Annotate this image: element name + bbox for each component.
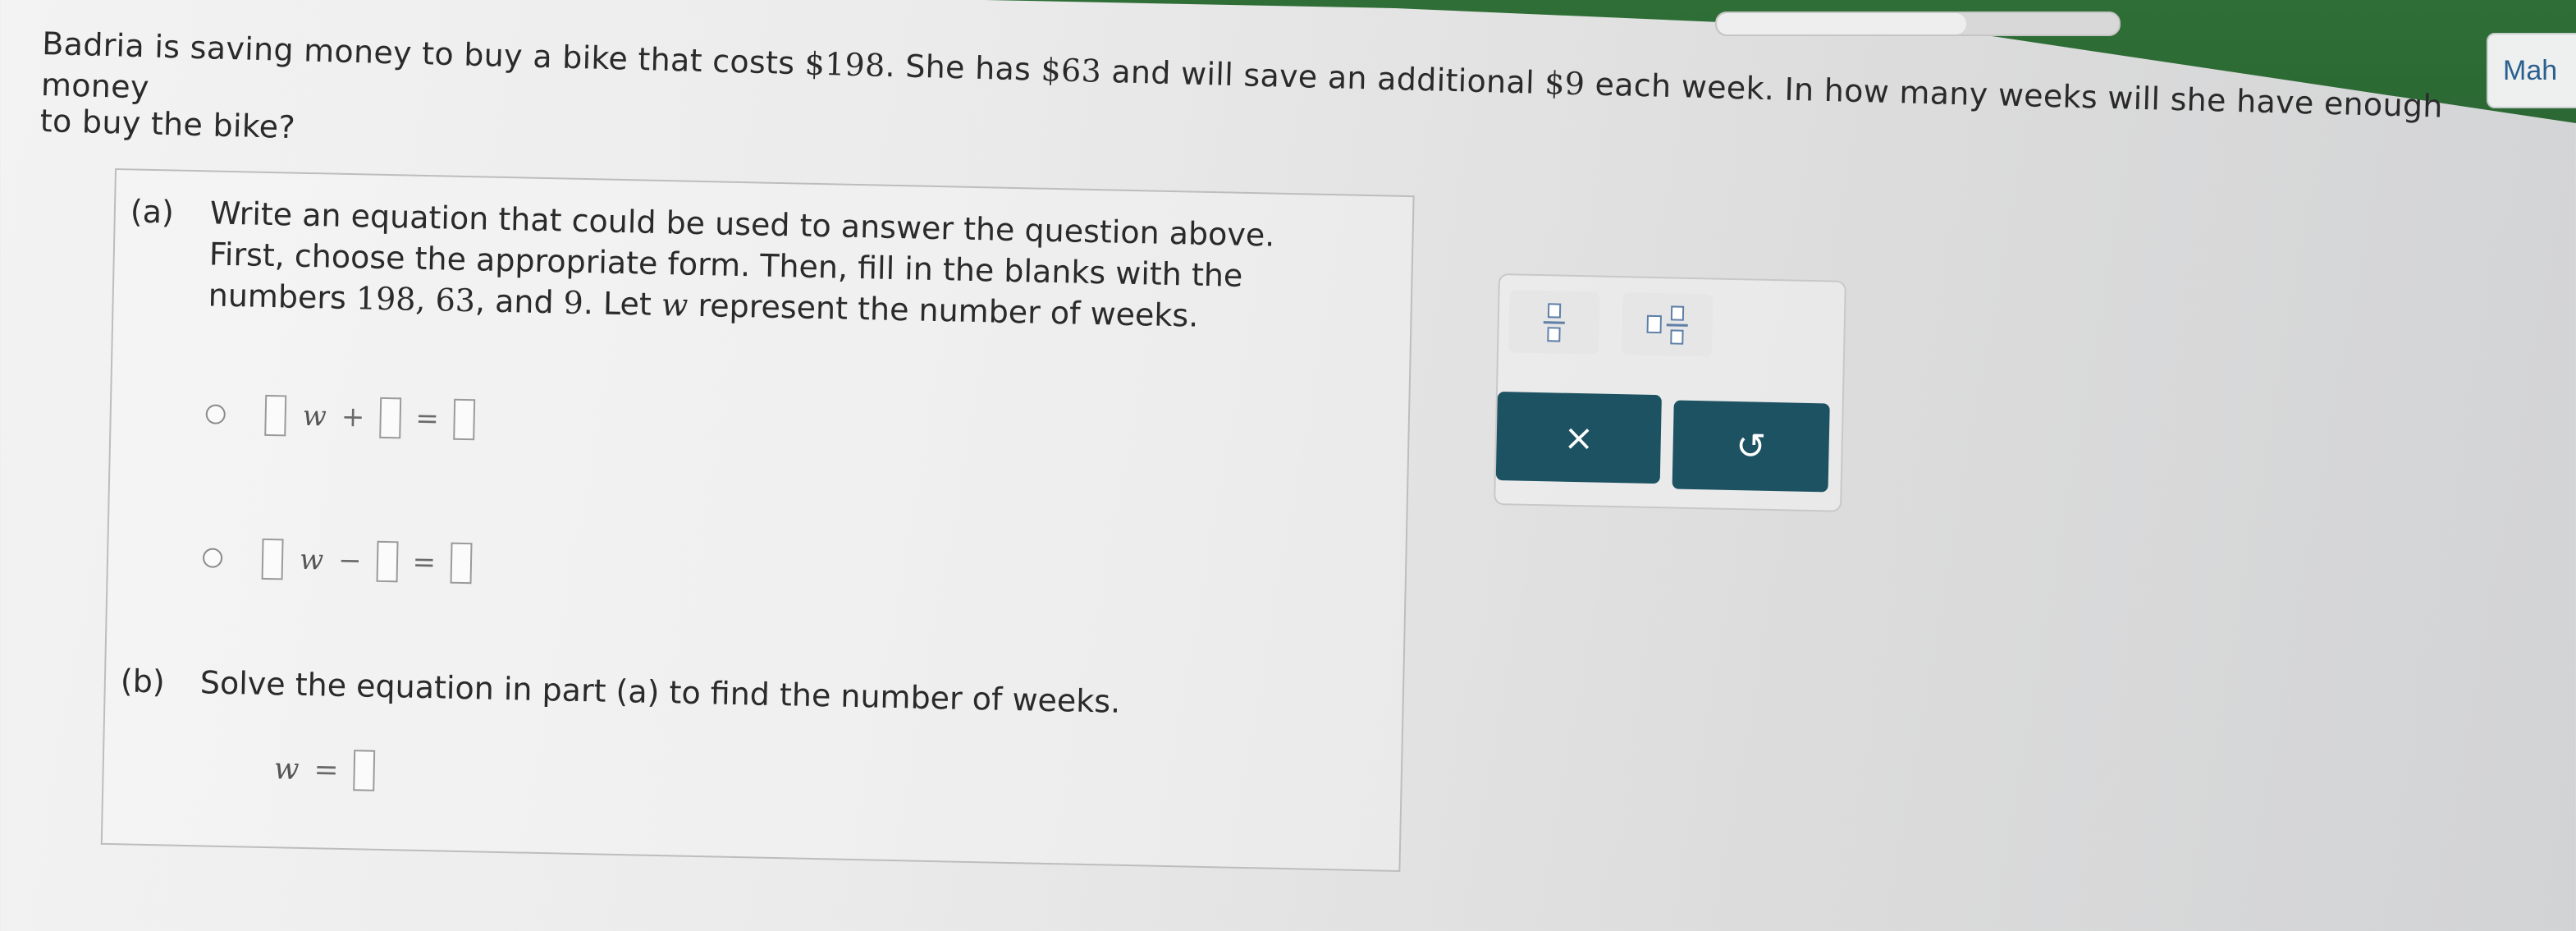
constant-input[interactable] (378, 397, 401, 439)
radio-button[interactable] (205, 404, 226, 424)
coefficient-input[interactable] (264, 394, 287, 437)
fraction-icon (1543, 302, 1565, 342)
part-b-label: (b) (120, 663, 166, 700)
part-a-label: (a) (130, 193, 175, 231)
answer-row: w = (263, 748, 382, 791)
undo-icon: ↺ (1735, 424, 1767, 468)
fraction-button[interactable] (1508, 290, 1600, 355)
close-icon: × (1563, 416, 1595, 459)
equation-option-subtraction[interactable]: w − = (202, 537, 479, 585)
coefficient-input[interactable] (261, 538, 284, 580)
answer-input[interactable] (353, 750, 376, 791)
bike-cost: $198 (804, 45, 886, 84)
question-segment: and will save an additional (1100, 53, 1545, 101)
progress-bar-fill (1717, 13, 1966, 34)
mixed-number-icon (1646, 305, 1688, 345)
question-segment: . She has (885, 47, 1042, 88)
weekly-savings: $9 (1544, 64, 1585, 103)
question-segment: Badria is saving money to buy a bike tha… (41, 25, 806, 82)
current-savings: $63 (1041, 51, 1102, 89)
answer-panel: (a) Write an equation that could be used… (100, 168, 1415, 872)
clear-button[interactable]: × (1495, 392, 1662, 484)
undo-button[interactable]: ↺ (1672, 400, 1830, 493)
radio-button[interactable] (202, 548, 223, 568)
progress-bar (1715, 11, 2121, 36)
result-input[interactable] (450, 542, 473, 585)
equation-option-addition[interactable]: w + = (205, 393, 482, 441)
mixed-number-button[interactable] (1621, 292, 1714, 357)
math-toolbox: × ↺ (1494, 273, 1846, 512)
constant-input[interactable] (376, 540, 399, 583)
result-input[interactable] (453, 398, 476, 441)
part-b-text: Solve the equation in part (a) to find t… (199, 664, 1121, 720)
